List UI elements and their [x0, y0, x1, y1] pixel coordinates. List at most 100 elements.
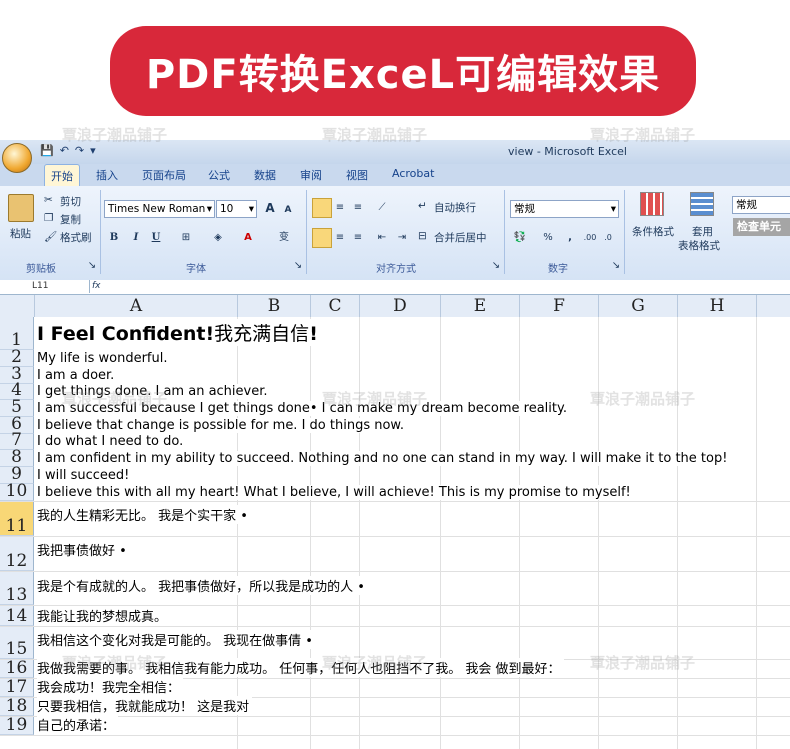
shrink-font-button[interactable]: A	[280, 202, 296, 218]
alignment-launcher-icon[interactable]: ↘	[488, 258, 504, 274]
column-header-h[interactable]: H	[678, 295, 757, 317]
increase-indent-icon[interactable]: ⇥	[394, 230, 410, 246]
clipboard-launcher-icon[interactable]: ↘	[84, 258, 100, 274]
cell-a18[interactable]: 只要我相信，我就能成功！ 这是我对	[37, 696, 253, 715]
conditional-format-icon[interactable]	[640, 192, 664, 216]
row-header[interactable]: 12	[0, 537, 34, 571]
conditional-format-button[interactable]: 条件格式	[632, 224, 674, 239]
paste-icon[interactable]	[8, 194, 34, 222]
tab-page-layout[interactable]: 页面布局	[142, 167, 186, 183]
bold-button[interactable]: B	[106, 230, 122, 246]
cell-a14[interactable]: 我能让我的梦想成真。	[37, 606, 171, 625]
number-format-select[interactable]: 常规 ▾	[510, 200, 619, 218]
column-header-g[interactable]: G	[599, 295, 678, 317]
grow-font-button[interactable]: A	[262, 200, 278, 216]
cell-a6[interactable]: I believe that change is possible for me…	[37, 418, 407, 433]
check-cell-style[interactable]: 检查单元	[733, 218, 790, 236]
cell-a3[interactable]: I am a doer.	[37, 368, 118, 383]
row-header[interactable]: 14	[0, 606, 34, 626]
tab-insert[interactable]: 插入	[96, 167, 118, 183]
cell-a13[interactable]: 我是个有成就的人。 我把事债做好，所以我是成功的人 •	[37, 576, 368, 595]
row-header[interactable]: 17	[0, 679, 34, 697]
tab-acrobat[interactable]: Acrobat	[392, 167, 434, 180]
font-name-select[interactable]: Times New Roman ▾	[104, 200, 215, 218]
tab-review[interactable]: 审阅	[300, 167, 322, 183]
row-header[interactable]: 10	[0, 483, 34, 501]
office-button[interactable]	[2, 143, 32, 173]
cell-a11[interactable]: 我的人生精彩无比。 我是个实干家 •	[37, 505, 251, 524]
column-header-a[interactable]: A	[35, 295, 238, 317]
row-header[interactable]: 11	[0, 502, 34, 536]
copy-button[interactable]: 复制	[60, 212, 81, 227]
align-left-icon[interactable]	[312, 228, 332, 248]
format-painter-icon[interactable]: 🖌	[44, 230, 57, 243]
row-header[interactable]: 15	[0, 627, 34, 659]
cell-a19[interactable]: 自己的承诺：	[37, 715, 119, 734]
row-header[interactable]: 18	[0, 698, 34, 716]
cell-a8[interactable]: I am confident in my ability to succeed.…	[37, 451, 731, 466]
tab-formulas[interactable]: 公式	[208, 167, 230, 183]
row-header[interactable]: 1	[0, 317, 34, 350]
tab-home[interactable]: 开始	[44, 164, 80, 188]
row-header[interactable]: 13	[0, 572, 34, 605]
cell-a5[interactable]: I am successful because I get things don…	[37, 401, 570, 416]
underline-button[interactable]: U	[148, 230, 164, 246]
name-box[interactable]: L11	[0, 280, 90, 293]
fx-icon[interactable]: fx	[92, 280, 101, 293]
number-launcher-icon[interactable]: ↘	[608, 258, 624, 274]
cut-icon[interactable]: ✂	[44, 194, 53, 206]
tab-view[interactable]: 视图	[346, 167, 368, 183]
font-color-button[interactable]: A	[240, 230, 256, 246]
cell-a1[interactable]: I Feel Confident!我充满自信!	[37, 319, 322, 346]
cell-a2[interactable]: My life is wonderful.	[37, 351, 171, 366]
phonetic-button[interactable]: 变	[276, 230, 292, 246]
qat-dropdown-icon[interactable]: ▾	[90, 144, 96, 157]
paste-button[interactable]: 粘贴	[10, 226, 31, 241]
align-middle-icon[interactable]: ≡	[332, 200, 348, 216]
align-top-icon[interactable]	[312, 198, 332, 218]
column-header-d[interactable]: D	[360, 295, 441, 317]
percent-button[interactable]: %	[540, 230, 556, 246]
decrease-decimal-icon[interactable]: .0	[600, 230, 616, 246]
table-format-label-2[interactable]: 表格格式	[678, 238, 720, 253]
merge-icon[interactable]: ⊟	[418, 230, 427, 242]
row-header[interactable]: 16	[0, 660, 34, 678]
column-header-e[interactable]: E	[441, 295, 520, 317]
font-size-select[interactable]: 10 ▾	[216, 200, 257, 218]
table-format-icon[interactable]	[690, 192, 714, 216]
cell-a15[interactable]: 我相信这个变化对我是可能的。 我现在做事倩 •	[37, 630, 316, 649]
row-header[interactable]: 19	[0, 717, 34, 735]
wrap-text-button[interactable]: 自动换行	[434, 200, 476, 215]
currency-icon[interactable]: 💱	[512, 230, 528, 246]
italic-button[interactable]: I	[128, 230, 144, 246]
format-painter-button[interactable]: 格式刷	[60, 230, 92, 245]
redo-icon[interactable]: ↷	[75, 144, 84, 157]
cell-a9[interactable]: I will succeed!	[37, 468, 133, 483]
border-icon[interactable]: ⊞	[178, 230, 194, 246]
copy-icon[interactable]: ❐	[44, 212, 53, 224]
font-launcher-icon[interactable]: ↘	[290, 258, 306, 274]
column-header-c[interactable]: C	[311, 295, 360, 317]
select-all-corner[interactable]	[0, 295, 35, 317]
align-center-icon[interactable]: ≡	[332, 230, 348, 246]
merge-center-button[interactable]: 合并后居中	[434, 230, 487, 245]
undo-icon[interactable]: ↶	[60, 144, 69, 157]
decrease-indent-icon[interactable]: ⇤	[374, 230, 390, 246]
cell-a12[interactable]: 我把事债做好 •	[37, 540, 130, 559]
cell-a7[interactable]: I do what I need to do.	[37, 434, 187, 449]
worksheet-grid[interactable]: 1 I Feel Confident!我充满自信! 2 My life is w…	[0, 317, 790, 749]
orientation-icon[interactable]: ⟋	[374, 200, 390, 216]
column-header-f[interactable]: F	[520, 295, 599, 317]
fill-color-icon[interactable]: ◈	[210, 230, 226, 246]
cell-a16[interactable]: 我做我需要的事。 我相信我有能力成功。 任何事，任何人也阻挡不了我。 我会 做到…	[37, 658, 564, 677]
cell-style-normal[interactable]: 常规	[732, 196, 790, 214]
save-icon[interactable]: 💾	[40, 144, 54, 157]
cut-button[interactable]: 剪切	[60, 194, 81, 209]
increase-decimal-icon[interactable]: .00	[582, 230, 598, 246]
cell-a17[interactable]: 我会成功！我完全相信：	[37, 677, 184, 696]
tab-data[interactable]: 数据	[254, 167, 276, 183]
align-right-icon[interactable]: ≡	[350, 230, 366, 246]
align-bottom-icon[interactable]: ≡	[350, 200, 366, 216]
table-format-label-1[interactable]: 套用	[692, 224, 713, 239]
comma-button[interactable]: ,	[562, 230, 578, 246]
